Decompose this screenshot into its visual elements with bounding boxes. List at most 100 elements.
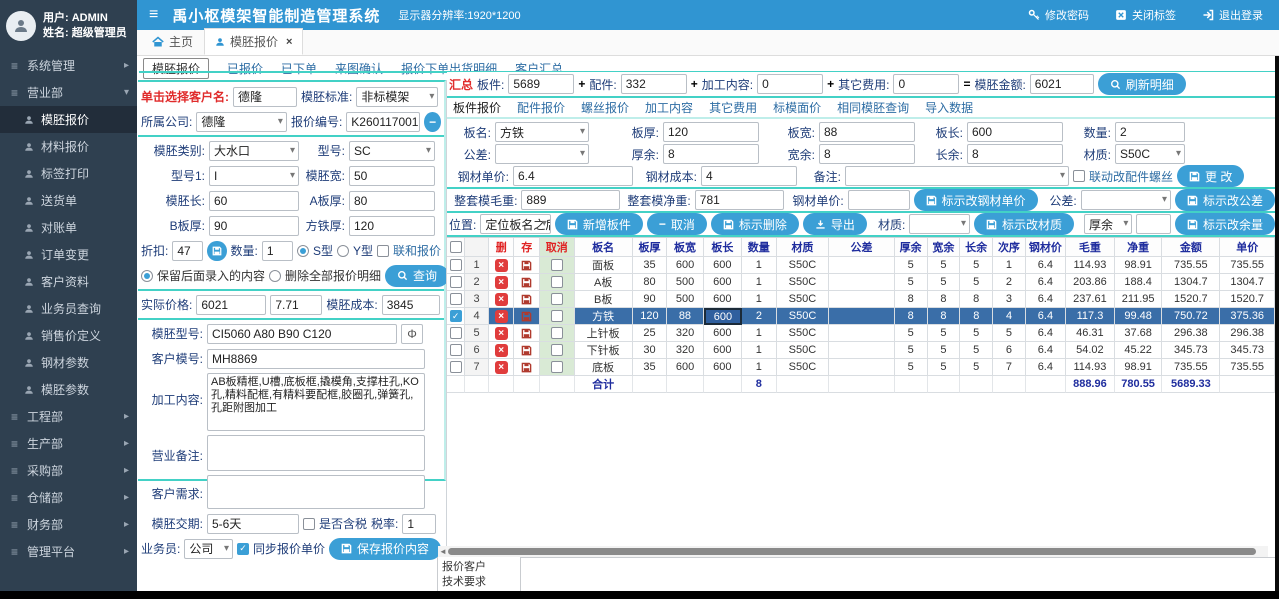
sidebar-item-模胚报价[interactable]: 模胚报价 — [0, 106, 137, 133]
delete-row-icon[interactable]: × — [495, 327, 508, 340]
save-cell[interactable] — [514, 291, 540, 308]
cell-net[interactable]: 188.4 — [1115, 274, 1162, 291]
allow-type-select[interactable]: 厚余▾ — [1084, 214, 1132, 234]
row-checkbox[interactable] — [450, 361, 462, 373]
detail-tab-导入数据[interactable]: 导入数据 — [925, 99, 973, 116]
topbar-action[interactable]: 修改密码 — [1028, 7, 1089, 23]
table-row[interactable]: ✓4×方铁120886002S50C88846.4117.399.48750.7… — [447, 308, 1275, 325]
discount-input[interactable]: 47 — [172, 241, 203, 261]
cell-l[interactable]: 5 — [960, 274, 993, 291]
cell-seq[interactable]: 6 — [993, 342, 1026, 359]
update-button[interactable]: 更 改 — [1177, 165, 1244, 187]
plate-tol-select[interactable]: ▾ — [495, 144, 589, 164]
cell-gross[interactable]: 114.93 — [1066, 359, 1115, 376]
delete-row-icon[interactable]: × — [495, 344, 508, 357]
b-plate-input[interactable]: 90 — [209, 216, 299, 236]
cell-l[interactable]: 5 — [960, 257, 993, 274]
plate-width-input[interactable]: 88 — [819, 122, 915, 142]
cell-t[interactable]: 5 — [895, 274, 928, 291]
row-checkbox[interactable] — [450, 276, 462, 288]
cell-thick[interactable]: 30 — [633, 342, 668, 359]
cancel-checkbox[interactable] — [551, 276, 563, 288]
cell-unit[interactable]: 735.55 — [1220, 359, 1275, 376]
cell-net[interactable]: 98.91 — [1115, 257, 1162, 274]
delete-row-icon[interactable]: × — [495, 310, 508, 323]
cell-material[interactable]: S50C — [777, 325, 830, 342]
topbar-action[interactable]: 退出登录 — [1202, 7, 1263, 23]
cell-length[interactable]: 600 — [704, 325, 742, 342]
cell-gross[interactable]: 46.31 — [1066, 325, 1115, 342]
horizontal-scrollbar[interactable]: ◄ — [438, 546, 1268, 557]
query-button[interactable]: 查询 — [385, 265, 449, 287]
cell-price[interactable]: 6.4 — [1026, 291, 1066, 308]
cell-gross[interactable]: 203.86 — [1066, 274, 1115, 291]
cell-amount[interactable]: 296.38 — [1162, 325, 1220, 342]
table-row[interactable]: 7×底板356006001S50C55576.4114.9398.91735.5… — [447, 359, 1275, 376]
cell-width[interactable]: 320 — [667, 342, 703, 359]
cancel-cell[interactable] — [540, 257, 575, 274]
delete-cell[interactable]: × — [489, 308, 515, 325]
export-button[interactable]: 导出 — [803, 213, 867, 235]
cancel-checkbox[interactable] — [551, 259, 563, 271]
steel-cost-input[interactable]: 4 — [701, 166, 797, 186]
cell-tol[interactable] — [829, 359, 894, 376]
sidebar-item-系统管理[interactable]: ≡系统管理▸ — [0, 52, 137, 79]
salesman-select[interactable]: 公司▾ — [184, 539, 233, 559]
process-sum-input[interactable]: 0 — [757, 74, 823, 94]
cell-unit[interactable]: 1304.7 — [1220, 274, 1275, 291]
table-row[interactable]: 1×面板356006001S50C55516.4114.9398.91735.5… — [447, 257, 1275, 274]
sidebar-item-送货单[interactable]: 送货单 — [0, 187, 137, 214]
cell-length[interactable]: 600 — [704, 274, 742, 291]
save-cell[interactable] — [514, 342, 540, 359]
cell-tol[interactable] — [829, 291, 894, 308]
customer-req-textarea[interactable] — [207, 475, 425, 509]
delete-cell[interactable]: × — [489, 257, 515, 274]
cell-qty[interactable]: 1 — [742, 257, 777, 274]
cell-num[interactable]: 4 — [465, 308, 489, 325]
customer-label[interactable]: 单击选择客户名: — [141, 88, 229, 105]
cell-num[interactable]: 2 — [465, 274, 489, 291]
cell-gross[interactable]: 237.61 — [1066, 291, 1115, 308]
checkbox-icon[interactable] — [450, 241, 462, 253]
delete-row-icon[interactable]: × — [495, 276, 508, 289]
window-tab-主页[interactable]: 主页 — [141, 28, 204, 55]
page-tab-模胚报价[interactable]: 模胚报价 — [143, 58, 209, 79]
phi-button[interactable]: Φ — [401, 324, 423, 344]
cell-amount[interactable]: 750.72 — [1162, 308, 1220, 325]
tax-rate-input[interactable]: 1 — [402, 514, 436, 534]
cell-width[interactable]: 500 — [667, 291, 703, 308]
table-row[interactable]: 2×A板805006001S50C55526.4203.86188.41304.… — [447, 274, 1275, 291]
steel-price2-input[interactable] — [848, 190, 910, 210]
detail-tab-相同模胚查询[interactable]: 相同模胚查询 — [837, 99, 909, 116]
cell-tol[interactable] — [829, 325, 894, 342]
w-allow-input[interactable]: 8 — [819, 144, 915, 164]
note-select[interactable]: ▾ — [845, 166, 1069, 186]
detail-tab-标模面价[interactable]: 标模面价 — [773, 99, 821, 116]
cell-material[interactable]: S50C — [777, 342, 830, 359]
cell-name[interactable]: 方铁 — [575, 308, 633, 325]
cell-price[interactable]: 6.4 — [1026, 308, 1066, 325]
cell-qty[interactable]: 1 — [742, 274, 777, 291]
y-type-radio[interactable] — [337, 245, 349, 257]
cell-name[interactable]: 底板 — [575, 359, 633, 376]
cell-l[interactable]: 8 — [960, 308, 993, 325]
mark-material-button[interactable]: 标示改材质 — [974, 213, 1074, 235]
detail-tab-配件报价[interactable]: 配件报价 — [517, 99, 565, 116]
company-select[interactable]: 德隆▾ — [196, 112, 287, 132]
sidebar-item-钢材参数[interactable]: 钢材参数 — [0, 349, 137, 376]
cell-unit[interactable]: 296.38 — [1220, 325, 1275, 342]
cancel-checkbox[interactable] — [551, 293, 563, 305]
save-cell[interactable] — [514, 308, 540, 325]
biz-note-textarea[interactable] — [207, 435, 425, 471]
plate-name-select[interactable]: 方铁▾ — [495, 122, 589, 142]
save-cell[interactable] — [514, 325, 540, 342]
delete-row-icon[interactable]: × — [495, 361, 508, 374]
cell-tol[interactable] — [829, 342, 894, 359]
cell-unit[interactable]: 375.36 — [1220, 308, 1275, 325]
keep-radio[interactable] — [141, 270, 153, 282]
detail-tab-其它费用[interactable]: 其它费用 — [709, 99, 757, 116]
cell-width[interactable]: 600 — [667, 359, 703, 376]
cell-price[interactable]: 6.4 — [1026, 325, 1066, 342]
cell-material[interactable]: S50C — [777, 359, 830, 376]
plates-sum-input[interactable]: 5689 — [508, 74, 574, 94]
